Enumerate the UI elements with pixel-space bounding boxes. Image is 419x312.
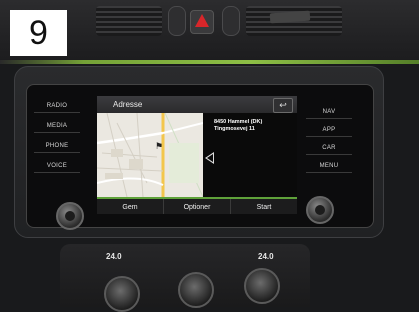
- left-temperature: 24.0: [106, 252, 122, 261]
- step-number-badge: 9: [10, 10, 67, 56]
- address-city: 8450 Hammel (DK): [214, 119, 263, 125]
- map-graphic: [97, 113, 203, 197]
- step-number: 9: [29, 13, 48, 52]
- vent-adjuster-left[interactable]: [168, 6, 186, 36]
- app-button[interactable]: APP: [306, 124, 352, 137]
- phone-button[interactable]: PHONE: [34, 140, 80, 153]
- selection-knob[interactable]: [306, 196, 334, 224]
- softkey-bar: Gem Optioner Start: [97, 197, 297, 214]
- back-arrow-icon: ↩: [279, 100, 287, 110]
- vent-adjuster-right[interactable]: [222, 6, 240, 36]
- options-button[interactable]: Optioner: [164, 199, 231, 214]
- right-temperature: 24.0: [258, 252, 274, 261]
- hazard-triangle-icon: [195, 14, 209, 27]
- destination-flag-icon: ⚑: [155, 141, 164, 151]
- voice-button[interactable]: VOICE: [34, 160, 80, 173]
- menu-button[interactable]: MENU: [306, 160, 352, 173]
- direction-arrow-icon: [205, 152, 214, 164]
- volume-knob[interactable]: [56, 202, 84, 230]
- map-preview[interactable]: ⚑: [97, 113, 203, 197]
- ambient-trim-line: [0, 60, 419, 64]
- air-vent-left: [96, 6, 162, 36]
- hazard-button[interactable]: [190, 10, 214, 34]
- destination-address: 8450 Hammel (DK) Tingmosevej 11: [214, 119, 262, 133]
- fan-speed-knob[interactable]: [178, 272, 214, 308]
- back-button[interactable]: ↩: [273, 98, 293, 113]
- screen-header: Adresse ↩: [97, 96, 297, 113]
- nav-button[interactable]: NAV: [306, 106, 352, 119]
- right-temperature-knob[interactable]: [244, 268, 280, 304]
- page-title: Adresse: [113, 100, 143, 109]
- save-button[interactable]: Gem: [97, 199, 164, 214]
- media-button[interactable]: MEDIA: [34, 120, 80, 133]
- radio-button[interactable]: RADIO: [34, 100, 80, 113]
- address-street: Tingmosevej 11: [214, 126, 255, 132]
- touchscreen: Adresse ↩ ⚑ 8450 Hammel (DK) Tingmosevej…: [97, 96, 297, 214]
- start-button[interactable]: Start: [231, 199, 297, 214]
- destination-panel: 8450 Hammel (DK) Tingmosevej 11: [203, 113, 297, 197]
- car-button[interactable]: CAR: [306, 142, 352, 155]
